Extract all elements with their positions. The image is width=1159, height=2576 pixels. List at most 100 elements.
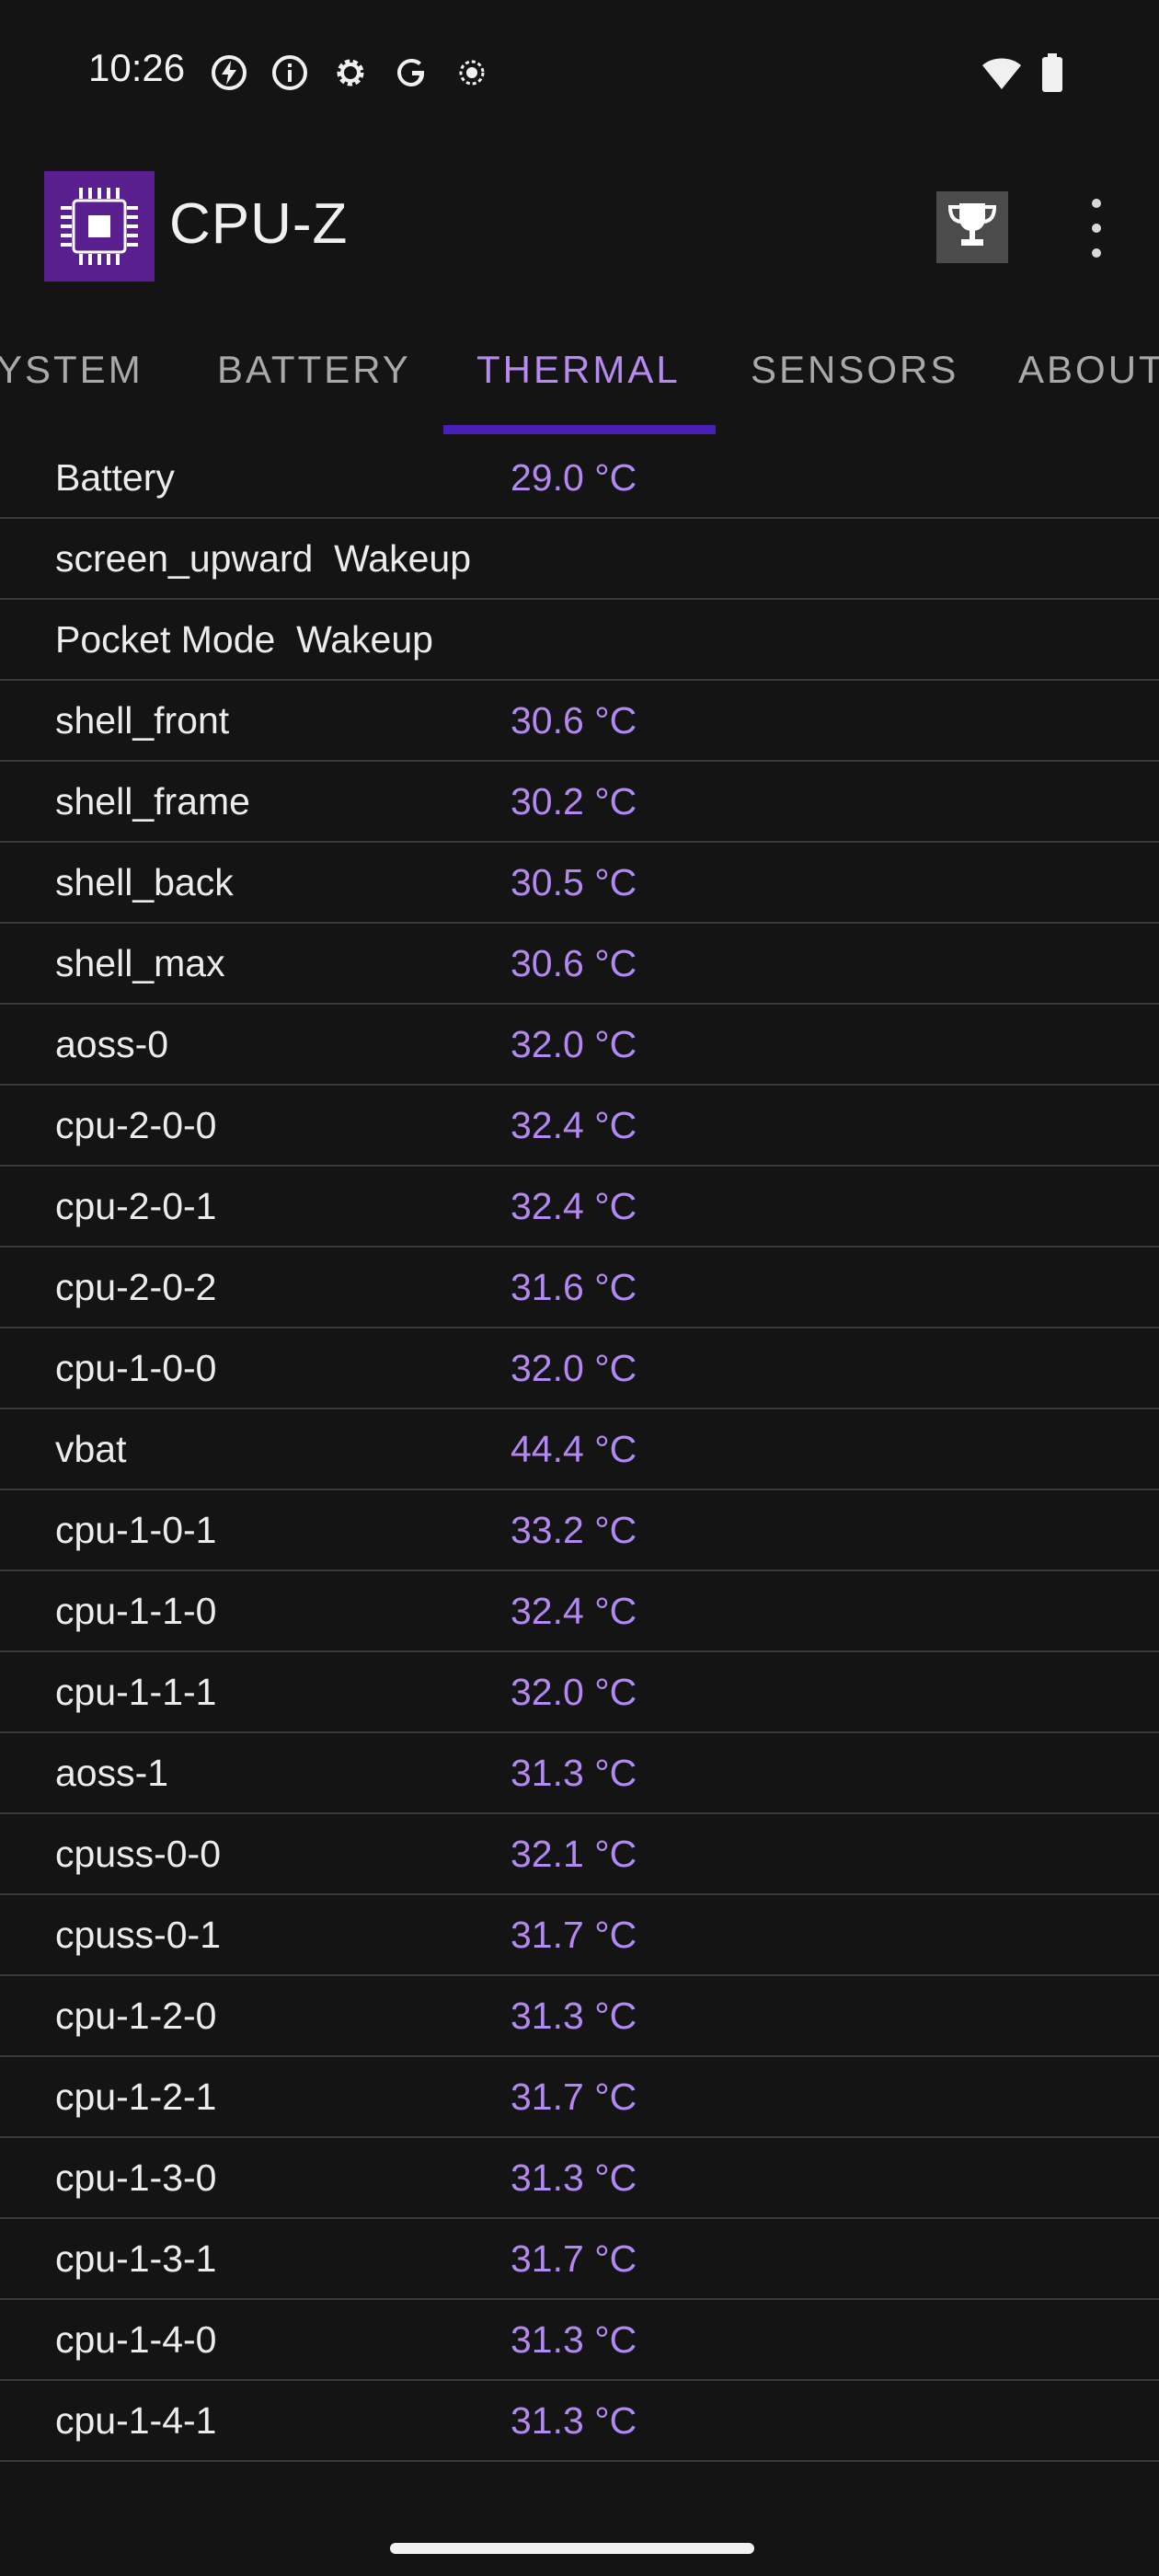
list-item: aoss-1 31.3 °C xyxy=(0,1733,1159,1814)
tab-indicator xyxy=(443,425,716,434)
sensor-name: screen_upward Wakeup xyxy=(55,537,472,580)
list-item: cpu-1-0-1 33.2 °C xyxy=(0,1490,1159,1571)
list-item: cpu-2-0-2 31.6 °C xyxy=(0,1248,1159,1328)
list-item: shell_back 30.5 °C xyxy=(0,843,1159,924)
thermal-list: Battery 29.0 °C screen_upward Wakeup Pock… xyxy=(0,438,1159,2462)
sensor-value: 31.7 °C xyxy=(511,2237,637,2280)
sensor-name: cpu-1-4-1 xyxy=(55,2399,217,2442)
sensor-name: shell_max xyxy=(55,942,225,984)
list-item: screen_upward Wakeup xyxy=(0,519,1159,600)
tab-system[interactable]: YSTEM xyxy=(0,348,143,392)
sensor-value: 31.3 °C xyxy=(511,2399,637,2442)
sensor-name: cpu-1-1-1 xyxy=(55,1671,217,1713)
sensor-name: cpu-2-0-1 xyxy=(55,1185,217,1227)
record-icon xyxy=(453,53,491,92)
more-options-button[interactable] xyxy=(1074,199,1119,258)
list-item: cpu-1-2-1 31.7 °C xyxy=(0,2057,1159,2138)
list-item: cpu-2-0-0 32.4 °C xyxy=(0,1086,1159,1167)
tab-bar: YSTEM BATTERY THERMAL SENSORS ABOUT xyxy=(0,313,1159,438)
tab-battery[interactable]: BATTERY xyxy=(217,348,411,392)
sensor-name: Battery xyxy=(55,456,175,499)
sensor-name: cpu-1-4-0 xyxy=(55,2318,217,2361)
wifi-icon xyxy=(981,54,1023,96)
list-item: cpu-2-0-1 32.4 °C xyxy=(0,1167,1159,1248)
list-item: shell_max 30.6 °C xyxy=(0,924,1159,1005)
tab-sensors[interactable]: SENSORS xyxy=(751,348,958,392)
sensor-name: cpu-1-2-0 xyxy=(55,1995,217,2037)
sensor-value: 31.3 °C xyxy=(511,2318,637,2361)
sensor-name: cpu-1-2-1 xyxy=(55,2076,217,2118)
list-item: cpu-1-2-0 31.3 °C xyxy=(0,1976,1159,2057)
google-icon xyxy=(392,53,430,92)
list-item: shell_front 30.6 °C xyxy=(0,681,1159,762)
sensor-name: cpu-1-3-1 xyxy=(55,2237,217,2280)
gesture-nav-handle[interactable] xyxy=(390,2543,754,2554)
status-time: 10:26 xyxy=(88,46,186,89)
app-title: CPU-Z xyxy=(169,192,349,256)
list-item: cpuss-0-0 32.1 °C xyxy=(0,1814,1159,1895)
sensor-name: cpu-1-1-0 xyxy=(55,1590,217,1632)
more-vert-icon xyxy=(1092,199,1101,208)
status-bar: 10:26 xyxy=(0,0,1159,147)
sensor-value: 32.0 °C xyxy=(511,1671,637,1713)
sensor-value: 30.2 °C xyxy=(511,780,637,822)
sensor-value: 31.7 °C xyxy=(511,2076,637,2118)
list-item: Battery 29.0 °C xyxy=(0,438,1159,519)
list-item: cpuss-0-1 31.7 °C xyxy=(0,1895,1159,1976)
sensor-value: 29.0 °C xyxy=(511,456,637,499)
sensor-value: 31.6 °C xyxy=(511,1266,637,1308)
sensor-name: shell_back xyxy=(55,861,234,903)
sensor-name: aoss-1 xyxy=(55,1752,169,1794)
sensor-value: 31.3 °C xyxy=(511,1752,637,1794)
battery-icon xyxy=(1041,53,1063,97)
sensor-value: 32.4 °C xyxy=(511,1104,637,1146)
sensor-value: 31.3 °C xyxy=(511,2156,637,2199)
sensor-value: 32.4 °C xyxy=(511,1185,637,1227)
sensor-name: cpuss-0-1 xyxy=(55,1914,222,1956)
list-item: Pocket Mode Wakeup xyxy=(0,600,1159,681)
sensor-name: cpu-1-3-0 xyxy=(55,2156,217,2199)
list-item: vbat 44.4 °C xyxy=(0,1409,1159,1490)
charging-icon xyxy=(210,53,248,92)
list-item: cpu-1-4-1 31.3 °C xyxy=(0,2381,1159,2462)
list-item: cpu-1-3-0 31.3 °C xyxy=(0,2138,1159,2219)
status-icons-left xyxy=(210,53,491,92)
list-item: cpu-1-3-1 31.7 °C xyxy=(0,2219,1159,2300)
list-item: aoss-0 32.0 °C xyxy=(0,1005,1159,1086)
sensor-name: shell_front xyxy=(55,699,230,742)
sensor-value: 31.7 °C xyxy=(511,1914,637,1956)
sensor-value: 44.4 °C xyxy=(511,1428,637,1470)
info-icon xyxy=(270,53,309,92)
sensor-value: 32.0 °C xyxy=(511,1023,637,1065)
sensor-name: aoss-0 xyxy=(55,1023,169,1065)
settings-icon xyxy=(331,53,370,92)
sensor-name: shell_frame xyxy=(55,780,250,822)
sensor-name: cpu-2-0-2 xyxy=(55,1266,217,1308)
trophy-icon xyxy=(945,198,1000,258)
tab-thermal[interactable]: THERMAL xyxy=(476,348,681,392)
sensor-name: cpu-1-0-1 xyxy=(55,1509,217,1551)
sensor-name: cpu-2-0-0 xyxy=(55,1104,217,1146)
sensor-value: 32.0 °C xyxy=(511,1347,637,1389)
trophy-button[interactable] xyxy=(936,191,1008,263)
sensor-name: vbat xyxy=(55,1428,127,1470)
list-item: cpu-1-4-0 31.3 °C xyxy=(0,2300,1159,2381)
sensor-name: cpu-1-0-0 xyxy=(55,1347,217,1389)
sensor-value: 31.3 °C xyxy=(511,1995,637,2037)
chip-icon xyxy=(44,171,155,282)
list-item: cpu-1-1-1 32.0 °C xyxy=(0,1652,1159,1733)
sensor-value: 30.5 °C xyxy=(511,861,637,903)
sensor-value: 33.2 °C xyxy=(511,1509,637,1551)
app-bar: CPU-Z xyxy=(0,147,1159,304)
tab-about[interactable]: ABOUT xyxy=(1018,348,1159,392)
sensor-name: Pocket Mode Wakeup xyxy=(55,618,433,661)
list-item: cpu-1-1-0 32.4 °C xyxy=(0,1571,1159,1652)
sensor-name: cpuss-0-0 xyxy=(55,1833,222,1875)
sensor-value: 32.4 °C xyxy=(511,1590,637,1632)
list-item: cpu-1-0-0 32.0 °C xyxy=(0,1328,1159,1409)
status-icons-right xyxy=(981,53,1063,97)
sensor-value: 32.1 °C xyxy=(511,1833,637,1875)
sensor-value: 30.6 °C xyxy=(511,699,637,742)
sensor-value: 30.6 °C xyxy=(511,942,637,984)
list-item: shell_frame 30.2 °C xyxy=(0,762,1159,843)
